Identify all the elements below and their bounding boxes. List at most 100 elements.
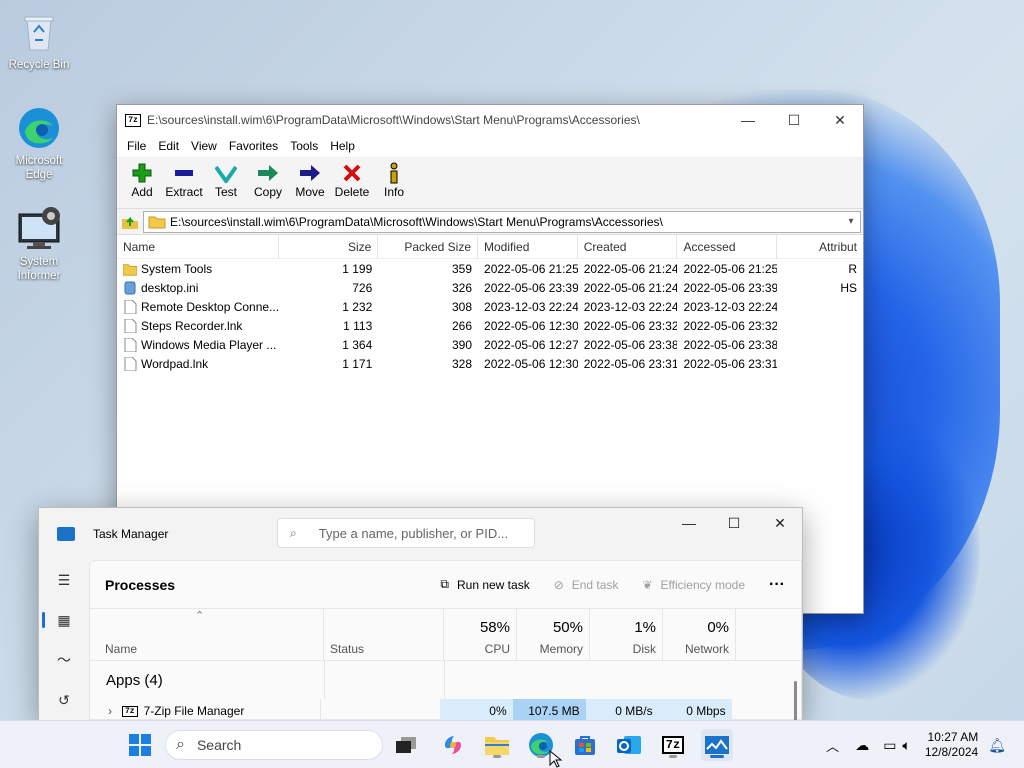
process-name: 7-Zip File Manager bbox=[143, 704, 245, 718]
menu-view[interactable]: View bbox=[185, 139, 223, 153]
tm-col-status-label: Status bbox=[330, 642, 365, 656]
copy-button[interactable]: Copy bbox=[247, 158, 289, 199]
tm-scrollbar[interactable] bbox=[794, 681, 797, 720]
tm-col-cpu[interactable]: 58% CPU bbox=[444, 609, 517, 661]
tm-minimize-button[interactable]: — bbox=[666, 508, 712, 538]
clock[interactable]: 10:27 AM 12/8/2024 bbox=[925, 730, 978, 760]
network-icon[interactable]: ▭ bbox=[883, 737, 896, 754]
performance-nav-icon[interactable]: 〜 bbox=[39, 640, 89, 680]
tm-col-name[interactable]: ⌃ Name bbox=[90, 609, 324, 661]
file-packed-size: 266 bbox=[451, 318, 473, 333]
hamburger-menu-icon[interactable]: ☰ bbox=[39, 560, 89, 600]
file-row[interactable]: Windows Media Player ... 1 364 390 2022-05-… bbox=[117, 335, 863, 354]
tm-col-network[interactable]: 0% Network bbox=[663, 609, 736, 661]
run-task-icon: ⧉ bbox=[440, 577, 449, 591]
delete-button[interactable]: Delete bbox=[331, 158, 373, 199]
desktop-icon-system-informer[interactable]: System Informer bbox=[1, 205, 77, 283]
tm-col-memory[interactable]: 50% Memory bbox=[517, 609, 590, 661]
microsoft-store-icon[interactable] bbox=[569, 729, 601, 761]
col-attributes[interactable]: Attribut bbox=[777, 235, 863, 259]
run-new-task-button[interactable]: ⧉ Run new task bbox=[440, 577, 529, 592]
sevenzip-taskbar-icon[interactable]: 7z bbox=[657, 729, 689, 761]
start-button[interactable] bbox=[124, 729, 156, 761]
windows-start-icon bbox=[129, 734, 151, 756]
up-folder-icon bbox=[122, 216, 138, 229]
app-history-nav-icon[interactable]: ↺ bbox=[39, 680, 89, 720]
tm-column-headers: ⌃ Name Status 58% CPU 50% Memory 1% Disk 0% N… bbox=[90, 609, 801, 661]
file-row[interactable]: Remote Desktop Conne... 1 232 308 2023-12-0… bbox=[117, 297, 863, 316]
test-button[interactable]: Test bbox=[205, 158, 247, 199]
file-attributes: HS bbox=[840, 280, 857, 295]
file-row[interactable]: desktop.ini 726 326 2022-05-06 23:39 2022-05… bbox=[117, 278, 863, 297]
apps-group-header[interactable]: Apps (4) bbox=[90, 661, 801, 699]
efficiency-mode-button[interactable]: ❦ Efficiency mode bbox=[642, 578, 745, 592]
desktop-icon-recycle-bin[interactable]: Recycle Bin bbox=[1, 8, 77, 72]
minimize-button[interactable]: — bbox=[725, 105, 771, 135]
window-title: E:\sources\install.wim\6\ProgramData\Mic… bbox=[147, 113, 640, 127]
add-button[interactable]: Add bbox=[121, 158, 163, 199]
tm-col-status[interactable]: Status bbox=[324, 609, 444, 661]
address-dropdown-chevron-icon[interactable]: ▾ bbox=[842, 216, 860, 227]
process-network: 0 Mbps bbox=[658, 699, 732, 720]
close-button[interactable]: ✕ bbox=[817, 105, 863, 135]
menu-help[interactable]: Help bbox=[324, 139, 361, 153]
menu-favorites[interactable]: Favorites bbox=[223, 139, 284, 153]
notification-bell-icon[interactable]: 🔔︎ bbox=[988, 737, 1006, 754]
file-name: System Tools bbox=[141, 261, 213, 276]
col-name[interactable]: Name bbox=[117, 234, 279, 259]
file-name: Remote Desktop Conne... bbox=[141, 299, 279, 314]
tm-maximize-button[interactable]: ☐ bbox=[711, 508, 757, 538]
menu-file[interactable]: File bbox=[121, 139, 152, 153]
file-size: 1 199 bbox=[342, 261, 373, 276]
copilot-icon[interactable] bbox=[437, 729, 469, 761]
add-icon bbox=[121, 162, 163, 184]
file-created: 2023-12-03 22:24 bbox=[583, 299, 678, 314]
taskbar-search[interactable]: ⌕ Search bbox=[165, 730, 383, 760]
col-packed-size[interactable]: Packed Size bbox=[378, 234, 479, 259]
file-name-cell: Steps Recorder.lnk bbox=[117, 318, 279, 333]
tm-titlebar[interactable]: Task Manager ⌕ Type a name, publisher, or… bbox=[39, 508, 802, 560]
test-label: Test bbox=[214, 185, 237, 199]
expand-chevron-icon[interactable]: › bbox=[108, 704, 122, 718]
col-modified[interactable]: Modified bbox=[478, 234, 578, 259]
file-created: 2022-05-06 21:24 bbox=[583, 280, 678, 295]
cloud-offline-icon[interactable]: ☁ bbox=[855, 737, 869, 754]
up-folder-button[interactable] bbox=[117, 210, 143, 234]
sevenzip-titlebar[interactable]: 7z E:\sources\install.wim\6\ProgramData\… bbox=[117, 105, 863, 135]
file-name: Wordpad.lnk bbox=[141, 356, 209, 371]
file-row[interactable]: Wordpad.lnk 1 171 328 2022-05-06 12:30 2022-… bbox=[117, 354, 863, 373]
maximize-button[interactable]: ☐ bbox=[771, 105, 817, 135]
volume-icon[interactable]: 🔈︎ bbox=[902, 737, 910, 754]
more-options-icon[interactable]: ··· bbox=[769, 576, 785, 594]
file-icon bbox=[124, 337, 137, 352]
menu-edit[interactable]: Edit bbox=[152, 139, 185, 153]
info-button[interactable]: Info bbox=[373, 158, 415, 199]
extract-button[interactable]: Extract bbox=[163, 158, 205, 199]
col-created[interactable]: Created bbox=[578, 234, 678, 259]
process-row[interactable]: › 7z 7-Zip File Manager 0% 107.5 MB 0 MB… bbox=[90, 699, 801, 720]
network-percent: 0% bbox=[707, 619, 729, 636]
tm-search-input[interactable]: ⌕ Type a name, publisher, or PID... bbox=[277, 518, 535, 548]
end-task-button[interactable]: ⊘ End task bbox=[554, 578, 619, 592]
file-explorer-icon[interactable] bbox=[481, 729, 513, 761]
task-view-icon[interactable] bbox=[390, 729, 422, 761]
memory-percent: 50% bbox=[552, 619, 583, 636]
file-row[interactable]: System Tools 1 199 359 2022-05-06 21:25 2022… bbox=[117, 259, 863, 278]
file-created: 2022-05-06 23:38 bbox=[583, 337, 678, 352]
processes-nav-icon[interactable]: ▦ bbox=[39, 600, 89, 640]
menu-tools[interactable]: Tools bbox=[284, 139, 324, 153]
file-modified: 2022-05-06 12:30 bbox=[484, 356, 578, 371]
tm-close-button[interactable]: ✕ bbox=[757, 508, 802, 538]
desktop-icon-edge[interactable]: Microsoft Edge bbox=[1, 104, 77, 182]
task-manager-taskbar-icon[interactable] bbox=[701, 729, 733, 761]
file-size: 726 bbox=[352, 280, 373, 295]
file-row[interactable]: Steps Recorder.lnk 1 113 266 2022-05-06 12:… bbox=[117, 316, 863, 335]
address-field[interactable]: E:\sources\install.wim\6\ProgramData\Mic… bbox=[143, 210, 861, 233]
process-disk: 0 MB/s bbox=[585, 699, 659, 720]
outlook-icon[interactable] bbox=[613, 729, 645, 761]
col-size[interactable]: Size bbox=[279, 234, 379, 259]
show-hidden-icons-chevron-icon[interactable]: ︿ bbox=[826, 736, 839, 755]
col-accessed[interactable]: Accessed bbox=[677, 234, 778, 259]
move-button[interactable]: Move bbox=[289, 158, 331, 199]
tm-col-disk[interactable]: 1% Disk bbox=[590, 609, 663, 661]
